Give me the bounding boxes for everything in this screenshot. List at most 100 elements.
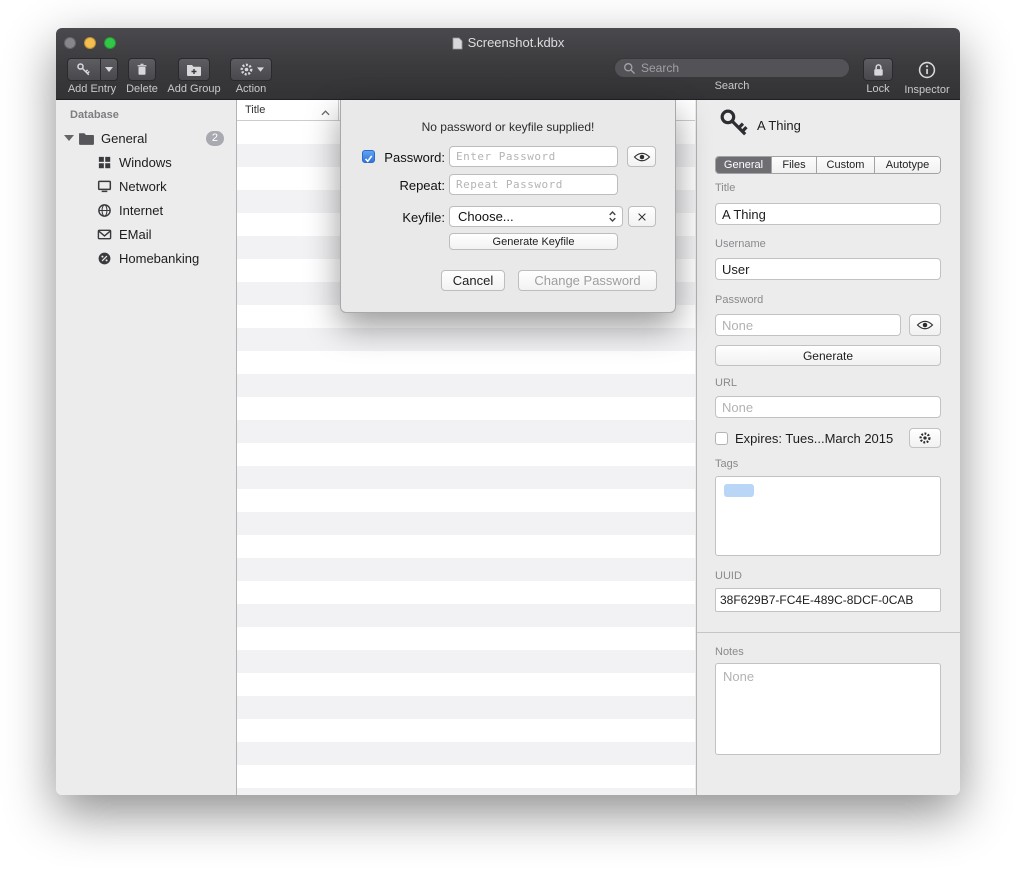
- sidebar-item-label: Windows: [119, 155, 172, 170]
- eye-icon: [916, 319, 934, 331]
- dialog-repeat-input[interactable]: [449, 174, 618, 195]
- generate-keyfile-button[interactable]: Generate Keyfile: [449, 233, 618, 250]
- keyfile-dropdown[interactable]: Choose...: [449, 206, 623, 227]
- sidebar-item-internet[interactable]: Internet: [56, 198, 236, 222]
- sidebar-item-label: Homebanking: [119, 251, 199, 266]
- uuid-input[interactable]: [715, 588, 941, 612]
- sidebar-item-label: General: [101, 131, 147, 146]
- document-icon: [452, 37, 463, 50]
- window-chrome: Screenshot.kdbx Add Entry Delete: [56, 28, 960, 100]
- dialog-password-input[interactable]: [449, 146, 618, 167]
- cancel-button[interactable]: Cancel: [441, 270, 505, 291]
- toolbar-add-entry: Add Entry: [64, 58, 120, 95]
- expires-checkbox[interactable]: [715, 432, 728, 445]
- action-label: Action: [228, 83, 274, 95]
- tags-label: Tags: [715, 458, 738, 470]
- sidebar-item-homebanking[interactable]: Homebanking: [56, 246, 236, 270]
- generate-password-button[interactable]: Generate: [715, 345, 941, 366]
- folder-plus-icon: [186, 63, 202, 77]
- toolbar-action: Action: [228, 58, 274, 95]
- envelope-icon: [97, 227, 112, 242]
- sidebar-item-email[interactable]: EMail: [56, 222, 236, 246]
- password-dialog: No password or keyfile supplied! Passwor…: [340, 100, 676, 313]
- tab-general[interactable]: General: [716, 157, 772, 173]
- close-icon: [636, 211, 648, 223]
- folder-icon: [78, 131, 95, 146]
- toolbar-delete: Delete: [124, 58, 160, 95]
- password-field-label: Password: [715, 294, 763, 306]
- search-input[interactable]: [641, 61, 841, 75]
- inspector-divider: [697, 632, 960, 633]
- search-field[interactable]: [614, 58, 850, 78]
- disclosure-triangle-icon[interactable]: [64, 135, 74, 141]
- sidebar-item-network[interactable]: Network: [56, 174, 236, 198]
- change-password-button[interactable]: Change Password: [518, 270, 657, 291]
- title-field-label: Title: [715, 182, 735, 194]
- repeat-label: Repeat:: [371, 178, 445, 193]
- tab-autotype[interactable]: Autotype: [875, 157, 940, 173]
- delete-button[interactable]: [128, 58, 156, 81]
- chevron-down-icon: [105, 67, 113, 72]
- sidebar-section-header: Database: [56, 100, 236, 126]
- title-input[interactable]: [715, 203, 941, 225]
- stepper-icon: [606, 209, 619, 224]
- gear-icon: [239, 62, 254, 77]
- inspector-panel: A Thing General Files Custom Autotype Ti…: [696, 100, 960, 795]
- key-icon: [718, 107, 750, 139]
- info-icon: [918, 61, 936, 79]
- password-label: Password:: [371, 150, 445, 165]
- inspector-button[interactable]: [918, 58, 936, 81]
- trash-icon: [135, 62, 149, 77]
- sidebar-item-general[interactable]: General 2: [56, 126, 236, 150]
- homebanking-icon: [97, 251, 112, 266]
- inspector-label: Inspector: [896, 84, 958, 96]
- lock-label: Lock: [856, 83, 900, 95]
- eye-icon: [633, 151, 651, 163]
- windows-icon: [97, 155, 112, 170]
- tag-pill[interactable]: [724, 484, 754, 497]
- inspector-tabs: General Files Custom Autotype: [715, 156, 941, 174]
- clear-keyfile-button[interactable]: [628, 206, 656, 227]
- entry-count-badge: 2: [206, 131, 224, 146]
- toolbar-search: Search: [614, 58, 850, 92]
- gear-icon: [918, 431, 932, 445]
- tab-files[interactable]: Files: [772, 157, 817, 173]
- sidebar-item-label: Network: [119, 179, 167, 194]
- network-icon: [97, 179, 112, 194]
- sidebar-item-label: Internet: [119, 203, 163, 218]
- column-header-title[interactable]: Title: [237, 100, 338, 120]
- add-entry-button[interactable]: [67, 58, 118, 81]
- lock-icon: [871, 62, 886, 78]
- sidebar-item-windows[interactable]: Windows: [56, 150, 236, 174]
- username-field-label: Username: [715, 238, 766, 250]
- app-window: Screenshot.kdbx Add Entry Delete: [56, 28, 960, 795]
- action-button[interactable]: [230, 58, 272, 81]
- add-group-label: Add Group: [164, 83, 224, 95]
- url-input[interactable]: [715, 396, 941, 418]
- globe-icon: [97, 203, 112, 218]
- notes-box[interactable]: None: [715, 663, 941, 755]
- toolbar-add-group: Add Group: [164, 58, 224, 95]
- sort-ascending-icon: [321, 107, 330, 119]
- add-entry-dropdown[interactable]: [101, 58, 118, 81]
- search-label: Search: [614, 80, 850, 92]
- expires-settings-button[interactable]: [909, 428, 941, 448]
- chevron-down-icon: [257, 67, 264, 72]
- reveal-password-button[interactable]: [909, 314, 941, 336]
- add-entry-label: Add Entry: [64, 83, 120, 95]
- notes-label: Notes: [715, 646, 744, 658]
- keyfile-value: Choose...: [458, 209, 514, 224]
- tags-box[interactable]: [715, 476, 941, 556]
- tab-custom[interactable]: Custom: [817, 157, 875, 173]
- username-input[interactable]: [715, 258, 941, 280]
- dialog-reveal-password-button[interactable]: [627, 146, 656, 167]
- password-input[interactable]: [715, 314, 901, 336]
- delete-label: Delete: [124, 83, 160, 95]
- url-field-label: URL: [715, 377, 737, 389]
- add-group-button[interactable]: [178, 58, 210, 81]
- lock-button[interactable]: [863, 58, 893, 81]
- entry-title: A Thing: [757, 118, 801, 134]
- dialog-message: No password or keyfile supplied!: [341, 120, 675, 134]
- toolbar-inspector: Inspector: [896, 58, 958, 96]
- sidebar-item-label: EMail: [119, 227, 152, 242]
